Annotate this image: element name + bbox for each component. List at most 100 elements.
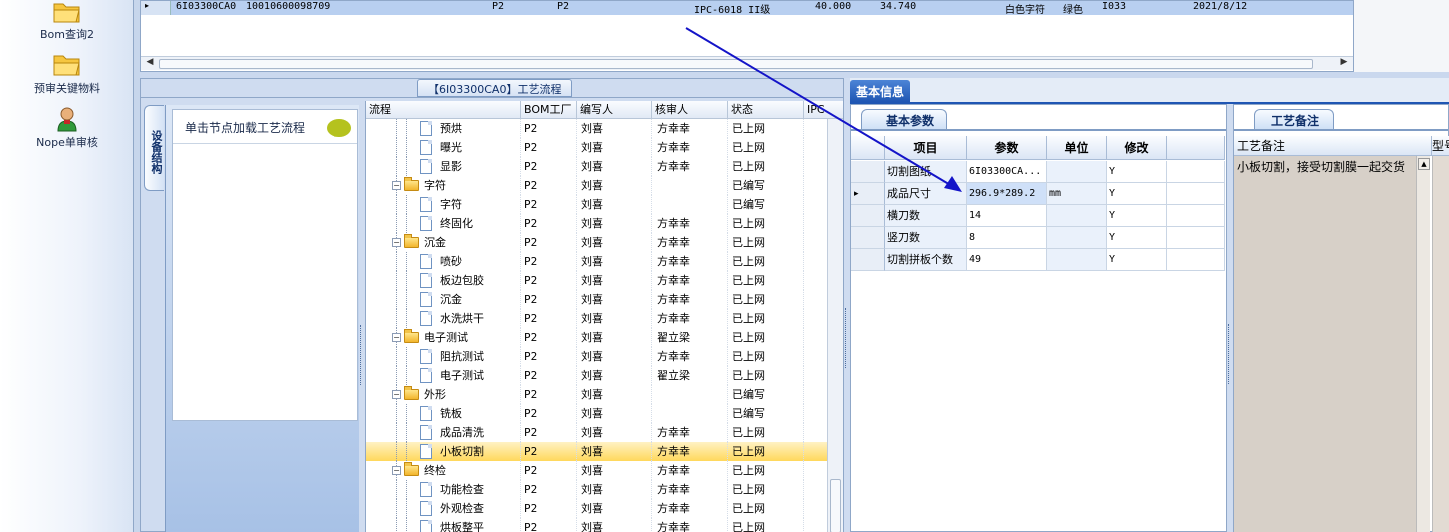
tree-row[interactable]: 成品清洗 P2 刘喜 方幸幸 已上网 — [366, 423, 828, 442]
nav-item-nope-review[interactable]: Nope单审核 — [0, 106, 134, 150]
param-row[interactable]: ▸ 成品尺寸 296.9*289.2 mm Y — [851, 183, 1225, 205]
tree-row[interactable]: − 外形 P2 刘喜 已编写 — [366, 385, 828, 404]
cell-bom-factory: P2 — [524, 271, 577, 290]
cell-value[interactable]: 49 — [967, 249, 1047, 271]
cell-edit[interactable]: Y — [1107, 227, 1167, 249]
column-header-edit[interactable]: 修改 — [1107, 136, 1167, 160]
collapse-icon[interactable]: − — [392, 390, 401, 399]
cell-edit[interactable]: Y — [1107, 161, 1167, 183]
cell-reviewer: 方幸幸 — [657, 157, 728, 176]
column-header-item[interactable]: 项目 — [885, 136, 967, 160]
column-header-status[interactable]: 状态 — [728, 101, 804, 119]
tree-row[interactable]: − 电子测试 P2 刘喜 翟立梁 已上网 — [366, 328, 828, 347]
cell-unit[interactable] — [1047, 227, 1107, 249]
cell-unit[interactable] — [1047, 249, 1107, 271]
tree-row[interactable]: 外观检查 P2 刘喜 方幸幸 已上网 — [366, 499, 828, 518]
tree-row[interactable]: 沉金 P2 刘喜 方幸幸 已上网 — [366, 290, 828, 309]
column-header-remark[interactable]: 工艺备注 — [1234, 136, 1432, 156]
tree-row[interactable]: 功能检查 P2 刘喜 方幸幸 已上网 — [366, 480, 828, 499]
cell-value[interactable]: 14 — [967, 205, 1047, 227]
collapse-icon[interactable]: − — [392, 181, 401, 190]
process-name: 终固化 — [440, 217, 473, 230]
tree-line — [406, 518, 407, 532]
cell-process: 铣板 — [366, 404, 521, 423]
tree-row[interactable]: 字符 P2 刘喜 已编写 — [366, 195, 828, 214]
column-header-process[interactable]: 流程 — [366, 101, 521, 119]
vertical-scrollbar[interactable] — [827, 119, 843, 532]
tree-row[interactable]: 预烘 P2 刘喜 方幸幸 已上网 — [366, 119, 828, 138]
process-tree-grid: 流程 BOM工厂 编写人 核审人 状态 IPC 预烘 P2 刘喜 方幸幸 已上网 曝光 P2… — [365, 101, 843, 532]
cell-unit[interactable] — [1047, 161, 1107, 183]
nav-item-bom-query[interactable]: Bom查询2 — [0, 0, 134, 42]
process-name: 电子测试 — [440, 369, 484, 382]
tab-process-remark[interactable]: 工艺备注 — [1254, 109, 1335, 129]
process-name: 烘板整平 — [440, 521, 484, 532]
cell-reviewer: 方幸幸 — [657, 423, 728, 442]
tree-row[interactable]: 喷砂 P2 刘喜 方幸幸 已上网 — [366, 252, 828, 271]
column-header-ipc[interactable]: IPC — [804, 101, 843, 119]
cell-edit[interactable]: Y — [1107, 249, 1167, 271]
tree-row[interactable]: 曝光 P2 刘喜 方幸幸 已上网 — [366, 138, 828, 157]
cell-value[interactable]: 296.9*289.2 — [967, 183, 1047, 205]
column-header-writer[interactable]: 编写人 — [577, 101, 652, 119]
cell-value[interactable]: 8 — [967, 227, 1047, 249]
cell-mask-color: 绿色 — [1063, 5, 1083, 16]
cell-writer: 刘喜 — [581, 366, 652, 385]
tree-row[interactable]: 阻抗测试 P2 刘喜 方幸幸 已上网 — [366, 347, 828, 366]
process-name: 铣板 — [440, 407, 462, 420]
collapse-icon[interactable]: − — [392, 466, 401, 475]
tree-row[interactable]: 烘板整平 P2 刘喜 方幸幸 已上网 — [366, 518, 828, 532]
cell-value-2: 34.740 — [880, 1, 917, 12]
remark-text[interactable]: 小板切割，接受切割膜一起交货 — [1234, 156, 1416, 532]
column-header-value[interactable]: 参数 — [967, 136, 1047, 160]
document-icon — [420, 368, 432, 383]
tree-row[interactable]: − 沉金 P2 刘喜 方幸幸 已上网 — [366, 233, 828, 252]
scroll-right-icon[interactable]: ▶ — [1337, 57, 1351, 71]
param-row[interactable]: 切割图纸 6I03300CA... Y — [851, 161, 1225, 183]
scroll-thumb[interactable] — [830, 479, 841, 532]
scroll-thumb[interactable] — [159, 59, 1313, 69]
collapse-icon[interactable]: − — [392, 333, 401, 342]
column-header-reviewer[interactable]: 核审人 — [652, 101, 728, 119]
tab-basic-info[interactable]: 基本信息 — [850, 80, 911, 102]
tree-row[interactable]: − 终检 P2 刘喜 方幸幸 已上网 — [366, 461, 828, 480]
table-row[interactable]: ▸ 6I03300CA0 10010600098709 P2 P2 IPC-60… — [141, 1, 1353, 16]
cell-unit[interactable] — [1047, 205, 1107, 227]
nav-item-key-materials[interactable]: 预审关键物料 — [0, 52, 134, 96]
tree-row[interactable]: 电子测试 P2 刘喜 翟立梁 已上网 — [366, 366, 828, 385]
process-name: 电子测试 — [424, 331, 468, 344]
column-header-unit[interactable]: 单位 — [1047, 136, 1107, 160]
tree-row[interactable]: − 字符 P2 刘喜 已编写 — [366, 176, 828, 195]
scroll-up-icon[interactable]: ▲ — [1418, 158, 1430, 170]
param-row[interactable]: 切割拼板个数 49 Y — [851, 249, 1225, 271]
cell-unit[interactable]: mm — [1047, 183, 1107, 205]
horizontal-scrollbar[interactable]: ◀ ▶ — [141, 56, 1353, 70]
param-row[interactable]: 横刀数 14 Y — [851, 205, 1225, 227]
tab-equipment-structure[interactable]: 设备结构 — [144, 105, 164, 191]
tree-row[interactable]: 板边包胶 P2 刘喜 方幸幸 已上网 — [366, 271, 828, 290]
vertical-scrollbar[interactable]: ▲ — [1416, 156, 1430, 532]
cell-item[interactable]: 横刀数 — [885, 205, 967, 227]
cell-process: 沉金 — [366, 290, 521, 309]
cell-edit[interactable]: Y — [1107, 205, 1167, 227]
column-header-model[interactable]: 型号 — [1432, 136, 1449, 156]
column-header-bom-factory[interactable]: BOM工厂 — [521, 101, 577, 119]
cell-edit[interactable]: Y — [1107, 183, 1167, 205]
cell-item[interactable]: 切割图纸 — [885, 161, 967, 183]
tree-row[interactable]: 铣板 P2 刘喜 已编写 — [366, 404, 828, 423]
scroll-left-icon[interactable]: ◀ — [143, 57, 157, 71]
tree-row[interactable]: 显影 P2 刘喜 方幸幸 已上网 — [366, 157, 828, 176]
top-right-blank — [1354, 0, 1449, 72]
tree-row[interactable]: 小板切割 P2 刘喜 方幸幸 已上网 — [366, 442, 828, 461]
tree-row[interactable]: 终固化 P2 刘喜 方幸幸 已上网 — [366, 214, 828, 233]
param-row[interactable]: 竖刀数 8 Y — [851, 227, 1225, 249]
tab-basic-params[interactable]: 基本参数 — [861, 109, 948, 129]
cell-writer: 刘喜 — [581, 404, 652, 423]
cell-item[interactable]: 成品尺寸 — [885, 183, 967, 205]
cell-writer: 刘喜 — [581, 518, 652, 532]
cell-item[interactable]: 切割拼板个数 — [885, 249, 967, 271]
cell-item[interactable]: 竖刀数 — [885, 227, 967, 249]
collapse-icon[interactable]: − — [392, 238, 401, 247]
tree-row[interactable]: 水洗烘干 P2 刘喜 方幸幸 已上网 — [366, 309, 828, 328]
cell-value[interactable]: 6I03300CA... — [967, 161, 1047, 183]
